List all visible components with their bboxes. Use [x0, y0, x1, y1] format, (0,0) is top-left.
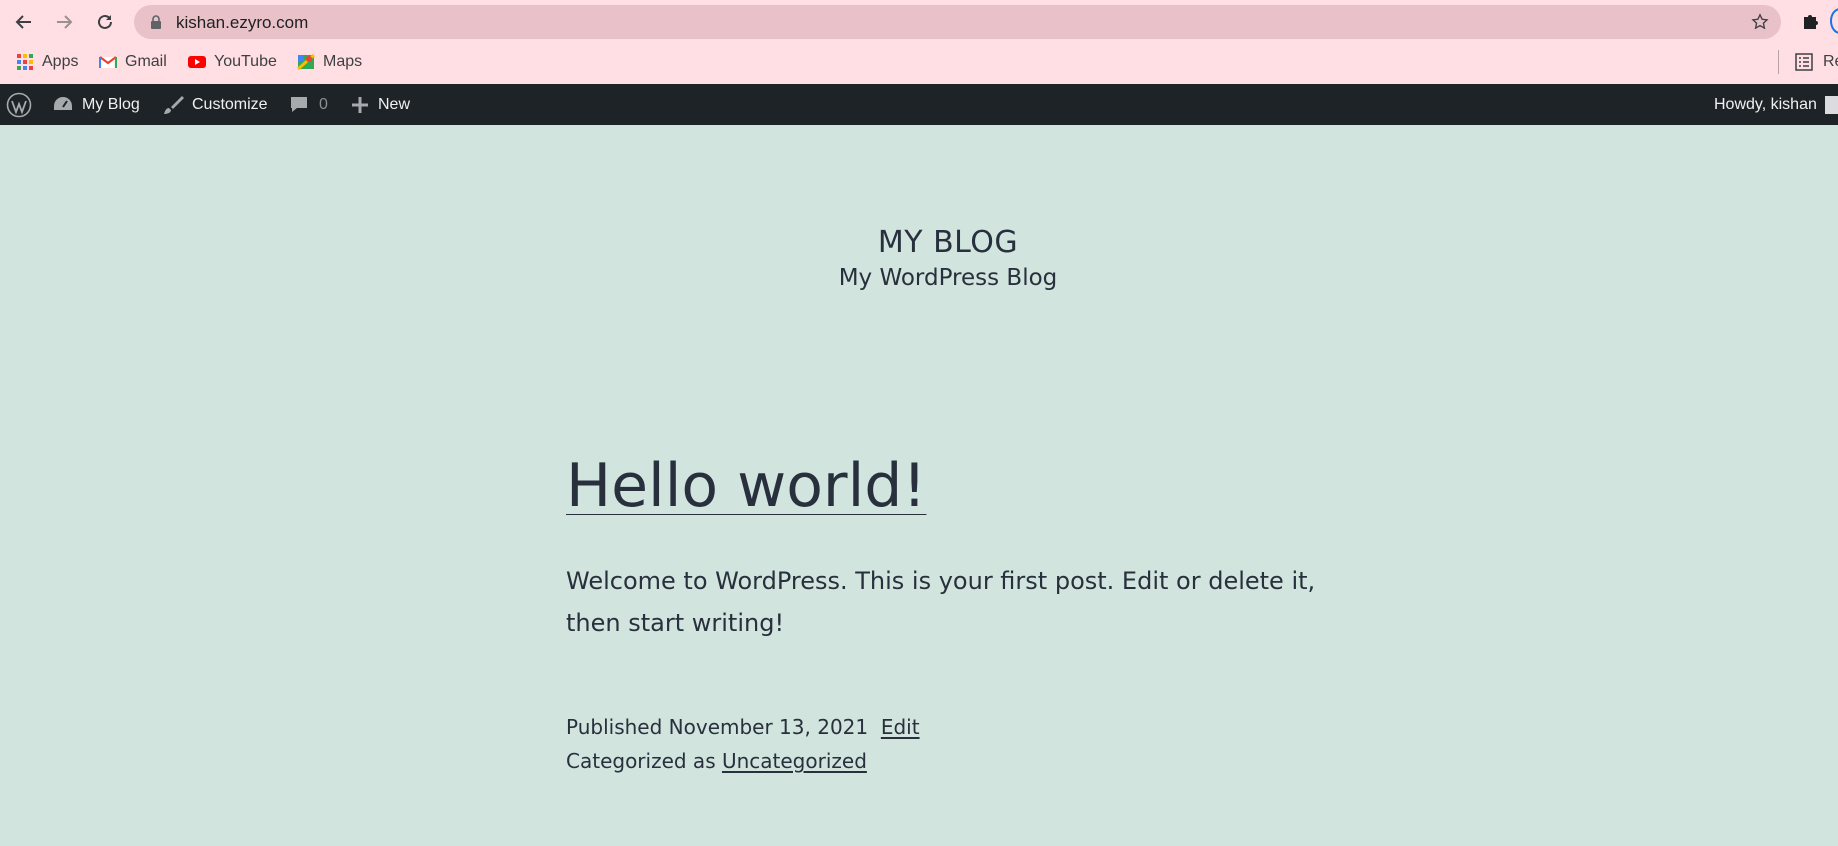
bookmarks-bar: Apps Gmail YouTube Maps — [0, 44, 1838, 80]
bookmark-apps[interactable]: Apps — [16, 50, 78, 74]
site-name-label: My Blog — [82, 95, 140, 113]
apps-grid-icon — [17, 54, 33, 70]
forward-arrow-icon — [57, 15, 73, 29]
url-text: kishan.ezyro.com — [176, 13, 309, 32]
plus-icon — [352, 96, 368, 113]
address-bar[interactable]: kishan.ezyro.com — [134, 5, 1781, 39]
categorized-prefix: Categorized as — [566, 749, 716, 773]
wp-logo-menu[interactable] — [6, 84, 32, 125]
reading-list-icon — [1795, 53, 1813, 71]
customize-label: Customize — [192, 95, 268, 113]
gmail-icon — [99, 56, 117, 68]
my-account-menu[interactable]: Howdy, kishan — [1714, 84, 1838, 125]
published-line: Published November 13, 2021 Edit — [566, 710, 1346, 744]
wp-admin-bar: My Blog Customize 0 New Howdy, kishan — [0, 84, 1838, 125]
bookmark-maps[interactable]: Maps — [297, 50, 362, 74]
howdy-label: Howdy, kishan — [1714, 95, 1817, 113]
new-content-menu[interactable]: New — [350, 84, 410, 125]
bookmark-label: Maps — [323, 53, 363, 70]
published-prefix: Published — [566, 715, 663, 739]
comments-count: 0 — [319, 95, 328, 113]
dashboard-gauge-icon — [54, 96, 72, 110]
new-label: New — [378, 95, 411, 113]
post-excerpt: Welcome to WordPress. This is your first… — [566, 567, 1316, 637]
paintbrush-icon — [164, 95, 184, 114]
youtube-icon — [188, 56, 206, 68]
user-avatar — [1824, 95, 1838, 114]
maps-icon — [297, 53, 315, 71]
bookmark-label: YouTube — [214, 53, 277, 70]
bookmark-label: Gmail — [125, 53, 167, 70]
comment-bubble-icon — [291, 96, 307, 112]
reading-list-button[interactable]: Re — [1778, 50, 1838, 74]
bookmark-youtube[interactable]: YouTube — [188, 50, 277, 74]
site-tagline: My WordPress Blog — [838, 265, 1058, 291]
back-arrow-icon — [15, 15, 31, 29]
bookmark-label: Apps — [42, 53, 79, 70]
post-meta: Published November 13, 2021 Edit Categor… — [566, 710, 1346, 778]
browser-chrome: kishan.ezyro.com Apps Gmail YouTube Maps… — [0, 0, 1838, 84]
category-link[interactable]: Uncategorized — [722, 749, 867, 773]
customize-link[interactable]: Customize — [162, 84, 268, 125]
site-title[interactable]: MY BLOG — [0, 225, 1838, 260]
bookmark-gmail[interactable]: Gmail — [99, 50, 167, 74]
extensions-puzzle-icon[interactable] — [1800, 10, 1822, 32]
post-title-link[interactable]: Hello world! — [566, 450, 926, 522]
bookmark-star-icon[interactable] — [1751, 13, 1769, 31]
back-button[interactable] — [8, 6, 40, 38]
forward-button[interactable] — [48, 6, 80, 38]
profile-avatar[interactable] — [1830, 8, 1838, 34]
reload-icon — [98, 14, 112, 29]
edit-post-link[interactable]: Edit — [881, 715, 920, 739]
published-date: November 13, 2021 — [668, 715, 869, 739]
site-name-menu[interactable]: My Blog — [52, 84, 140, 125]
comments-link[interactable]: 0 — [289, 84, 328, 125]
lock-icon — [151, 15, 161, 29]
reload-button[interactable] — [89, 6, 121, 38]
category-line: Categorized as Uncategorized — [566, 744, 1346, 778]
wordpress-logo-icon — [6, 92, 32, 117]
reading-list-label: Re — [1823, 53, 1838, 70]
post-article: Hello world! Welcome to WordPress. This … — [566, 450, 1346, 778]
